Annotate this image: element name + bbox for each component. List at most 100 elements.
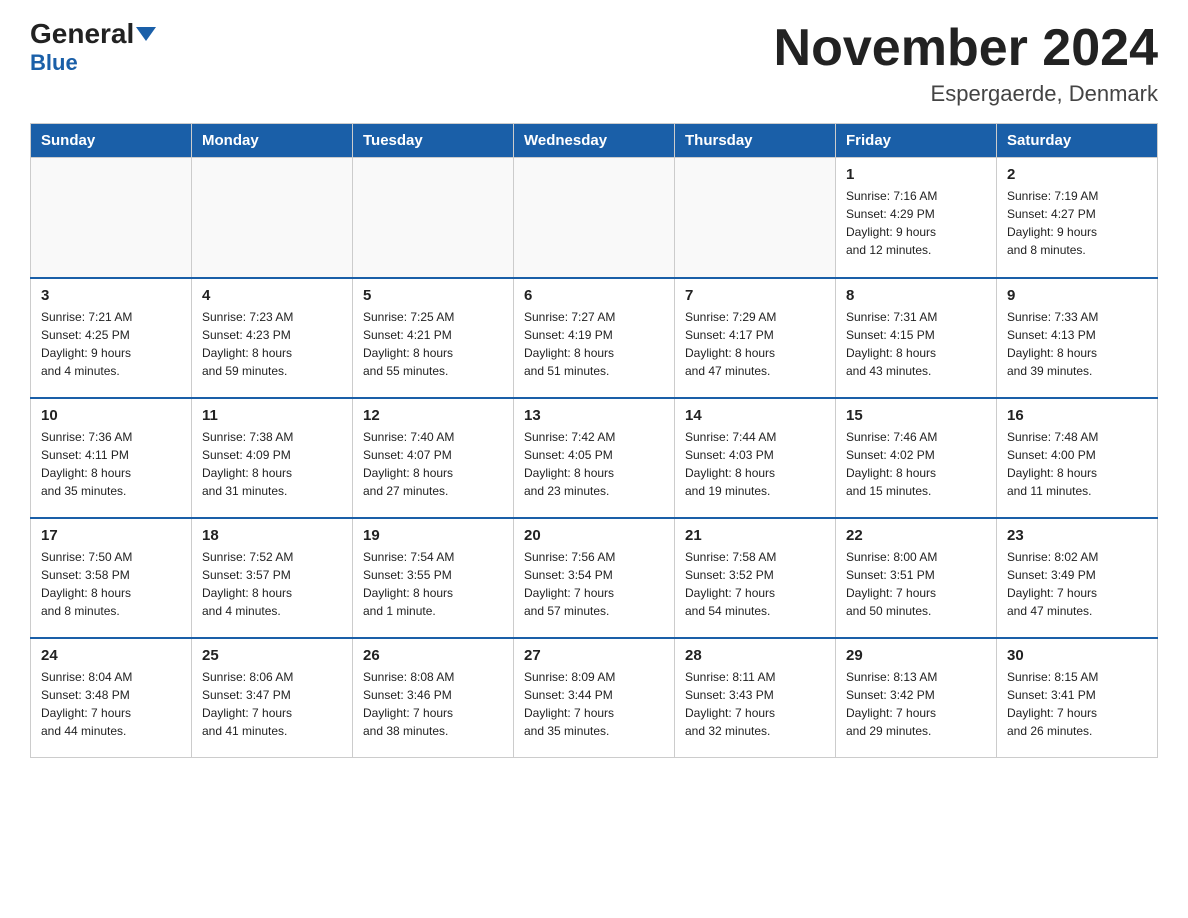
calendar-day-cell (675, 158, 836, 278)
calendar-day-cell: 8 Sunrise: 7:31 AM Sunset: 4:15 PM Daylig… (836, 278, 997, 398)
calendar-day-cell: 26 Sunrise: 8:08 AM Sunset: 3:46 PM Dayli… (353, 638, 514, 758)
day-info: Sunrise: 7:44 AM Sunset: 4:03 PM Dayligh… (685, 428, 825, 500)
calendar-day-cell: 19 Sunrise: 7:54 AM Sunset: 3:55 PM Dayli… (353, 518, 514, 638)
day-number: 4 (202, 287, 342, 304)
calendar-day-cell: 13 Sunrise: 7:42 AM Sunset: 4:05 PM Dayli… (514, 398, 675, 518)
day-number: 3 (41, 287, 181, 304)
day-number: 10 (41, 407, 181, 424)
logo: General Blue (30, 20, 156, 76)
calendar-day-cell: 9Sunrise: 7:33 AM Sunset: 4:13 PM Daylig… (997, 278, 1158, 398)
calendar-day-cell: 23 Sunrise: 8:02 AM Sunset: 3:49 PM Dayli… (997, 518, 1158, 638)
day-info: Sunrise: 7:29 AM Sunset: 4:17 PM Dayligh… (685, 308, 825, 380)
day-number: 17 (41, 527, 181, 544)
day-info: Sunrise: 7:54 AM Sunset: 3:55 PM Dayligh… (363, 548, 503, 620)
day-number: 24 (41, 647, 181, 664)
day-number: 19 (363, 527, 503, 544)
calendar-day-cell: 22Sunrise: 8:00 AM Sunset: 3:51 PM Dayli… (836, 518, 997, 638)
day-info: Sunrise: 7:58 AM Sunset: 3:52 PM Dayligh… (685, 548, 825, 620)
calendar-week-row: 10 Sunrise: 7:36 AM Sunset: 4:11 PM Dayli… (31, 398, 1158, 518)
logo-text-blue: Blue (30, 50, 78, 76)
calendar-day-cell (353, 158, 514, 278)
day-of-week-header: Tuesday (353, 124, 514, 158)
calendar-day-cell: 15 Sunrise: 7:46 AM Sunset: 4:02 PM Dayli… (836, 398, 997, 518)
day-info: Sunrise: 8:11 AM Sunset: 3:43 PM Dayligh… (685, 668, 825, 740)
day-info: Sunrise: 7:16 AM Sunset: 4:29 PM Dayligh… (846, 187, 986, 259)
day-info: Sunrise: 7:33 AM Sunset: 4:13 PM Dayligh… (1007, 308, 1147, 380)
calendar-day-cell: 25 Sunrise: 8:06 AM Sunset: 3:47 PM Dayli… (192, 638, 353, 758)
location-text: Espergaerde, Denmark (774, 81, 1158, 107)
day-info: Sunrise: 8:06 AM Sunset: 3:47 PM Dayligh… (202, 668, 342, 740)
calendar-day-cell: 20 Sunrise: 7:56 AM Sunset: 3:54 PM Dayli… (514, 518, 675, 638)
day-of-week-header: Saturday (997, 124, 1158, 158)
day-number: 2 (1007, 166, 1147, 183)
day-number: 28 (685, 647, 825, 664)
day-info: Sunrise: 7:21 AM Sunset: 4:25 PM Dayligh… (41, 308, 181, 380)
calendar-day-cell: 27Sunrise: 8:09 AM Sunset: 3:44 PM Dayli… (514, 638, 675, 758)
day-info: Sunrise: 7:27 AM Sunset: 4:19 PM Dayligh… (524, 308, 664, 380)
day-info: Sunrise: 7:19 AM Sunset: 4:27 PM Dayligh… (1007, 187, 1147, 259)
day-info: Sunrise: 8:08 AM Sunset: 3:46 PM Dayligh… (363, 668, 503, 740)
day-number: 14 (685, 407, 825, 424)
calendar-day-cell: 4 Sunrise: 7:23 AM Sunset: 4:23 PM Daylig… (192, 278, 353, 398)
calendar-day-cell: 17Sunrise: 7:50 AM Sunset: 3:58 PM Dayli… (31, 518, 192, 638)
calendar-day-cell: 3 Sunrise: 7:21 AM Sunset: 4:25 PM Daylig… (31, 278, 192, 398)
title-area: November 2024 Espergaerde, Denmark (774, 20, 1158, 107)
day-number: 12 (363, 407, 503, 424)
calendar-day-cell: 2 Sunrise: 7:19 AM Sunset: 4:27 PM Daylig… (997, 158, 1158, 278)
day-number: 7 (685, 287, 825, 304)
day-info: Sunrise: 7:56 AM Sunset: 3:54 PM Dayligh… (524, 548, 664, 620)
day-info: Sunrise: 7:25 AM Sunset: 4:21 PM Dayligh… (363, 308, 503, 380)
day-info: Sunrise: 7:23 AM Sunset: 4:23 PM Dayligh… (202, 308, 342, 380)
day-number: 8 (846, 287, 986, 304)
day-number: 27 (524, 647, 664, 664)
day-number: 29 (846, 647, 986, 664)
calendar-day-cell: 5 Sunrise: 7:25 AM Sunset: 4:21 PM Daylig… (353, 278, 514, 398)
month-title: November 2024 (774, 20, 1158, 77)
day-number: 15 (846, 407, 986, 424)
calendar-day-cell: 21 Sunrise: 7:58 AM Sunset: 3:52 PM Dayli… (675, 518, 836, 638)
calendar-day-cell: 1 Sunrise: 7:16 AM Sunset: 4:29 PM Daylig… (836, 158, 997, 278)
calendar-week-row: 1 Sunrise: 7:16 AM Sunset: 4:29 PM Daylig… (31, 158, 1158, 278)
calendar-day-cell: 7 Sunrise: 7:29 AM Sunset: 4:17 PM Daylig… (675, 278, 836, 398)
day-info: Sunrise: 7:42 AM Sunset: 4:05 PM Dayligh… (524, 428, 664, 500)
calendar-day-cell: 6Sunrise: 7:27 AM Sunset: 4:19 PM Daylig… (514, 278, 675, 398)
day-of-week-header: Monday (192, 124, 353, 158)
day-number: 26 (363, 647, 503, 664)
calendar-day-cell (31, 158, 192, 278)
calendar-day-cell: 30Sunrise: 8:15 AM Sunset: 3:41 PM Dayli… (997, 638, 1158, 758)
calendar-week-row: 3 Sunrise: 7:21 AM Sunset: 4:25 PM Daylig… (31, 278, 1158, 398)
day-number: 16 (1007, 407, 1147, 424)
day-number: 13 (524, 407, 664, 424)
day-number: 23 (1007, 527, 1147, 544)
day-info: Sunrise: 7:40 AM Sunset: 4:07 PM Dayligh… (363, 428, 503, 500)
calendar-day-cell: 18Sunrise: 7:52 AM Sunset: 3:57 PM Dayli… (192, 518, 353, 638)
calendar-day-cell: 28 Sunrise: 8:11 AM Sunset: 3:43 PM Dayli… (675, 638, 836, 758)
calendar-table: SundayMondayTuesdayWednesdayThursdayFrid… (30, 123, 1158, 758)
day-of-week-header: Thursday (675, 124, 836, 158)
day-number: 1 (846, 166, 986, 183)
day-info: Sunrise: 7:38 AM Sunset: 4:09 PM Dayligh… (202, 428, 342, 500)
calendar-header-row: SundayMondayTuesdayWednesdayThursdayFrid… (31, 124, 1158, 158)
day-info: Sunrise: 7:31 AM Sunset: 4:15 PM Dayligh… (846, 308, 986, 380)
logo-triangle-icon (136, 27, 156, 41)
calendar-week-row: 24 Sunrise: 8:04 AM Sunset: 3:48 PM Dayli… (31, 638, 1158, 758)
day-number: 22 (846, 527, 986, 544)
day-number: 30 (1007, 647, 1147, 664)
calendar-day-cell: 10 Sunrise: 7:36 AM Sunset: 4:11 PM Dayli… (31, 398, 192, 518)
day-number: 25 (202, 647, 342, 664)
calendar-day-cell: 16Sunrise: 7:48 AM Sunset: 4:00 PM Dayli… (997, 398, 1158, 518)
day-info: Sunrise: 7:46 AM Sunset: 4:02 PM Dayligh… (846, 428, 986, 500)
day-info: Sunrise: 7:52 AM Sunset: 3:57 PM Dayligh… (202, 548, 342, 620)
calendar-day-cell: 14 Sunrise: 7:44 AM Sunset: 4:03 PM Dayli… (675, 398, 836, 518)
day-info: Sunrise: 7:36 AM Sunset: 4:11 PM Dayligh… (41, 428, 181, 500)
day-of-week-header: Wednesday (514, 124, 675, 158)
logo-text-general: General (30, 20, 134, 48)
day-info: Sunrise: 8:04 AM Sunset: 3:48 PM Dayligh… (41, 668, 181, 740)
day-number: 5 (363, 287, 503, 304)
day-number: 20 (524, 527, 664, 544)
calendar-day-cell: 11 Sunrise: 7:38 AM Sunset: 4:09 PM Dayli… (192, 398, 353, 518)
day-number: 11 (202, 407, 342, 424)
day-info: Sunrise: 8:02 AM Sunset: 3:49 PM Dayligh… (1007, 548, 1147, 620)
day-number: 21 (685, 527, 825, 544)
calendar-day-cell: 24 Sunrise: 8:04 AM Sunset: 3:48 PM Dayli… (31, 638, 192, 758)
